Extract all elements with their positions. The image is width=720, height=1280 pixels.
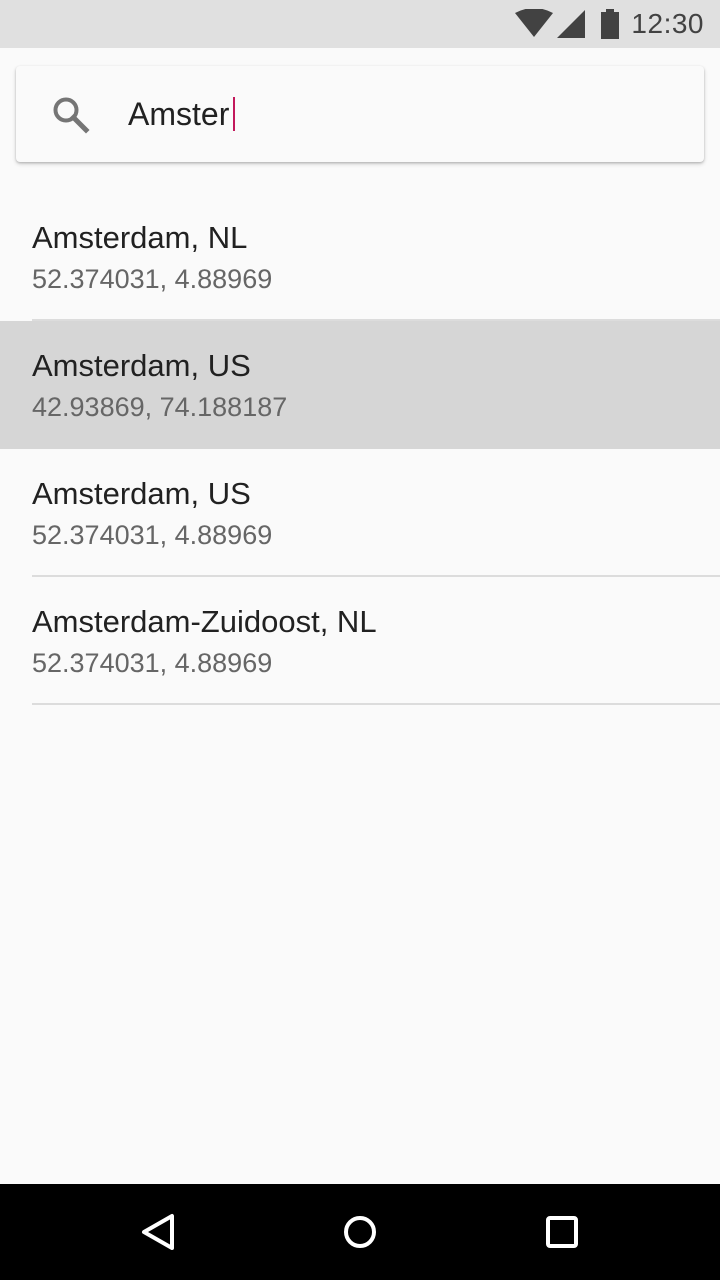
result-title: Amsterdam, NL	[32, 220, 248, 255]
list-item[interactable]: Amsterdam, US 52.374031, 4.88969	[0, 449, 720, 577]
search-bar[interactable]: Amster	[16, 66, 704, 162]
signal-icon	[557, 10, 586, 38]
text-cursor	[233, 97, 236, 131]
result-coordinates: 52.374031, 4.88969	[32, 520, 273, 550]
result-title: Amsterdam, US	[32, 476, 251, 511]
search-input[interactable]: Amster	[128, 66, 236, 162]
list-item[interactable]: Amsterdam, US 42.93869, 74.188187	[0, 321, 720, 449]
wifi-icon	[515, 9, 554, 37]
search-icon[interactable]	[52, 96, 90, 134]
result-title: Amsterdam-Zuidoost, NL	[32, 604, 377, 639]
status-time: 12:30	[631, 8, 704, 39]
back-icon[interactable]	[136, 1208, 184, 1256]
status-bar: 12:30	[0, 0, 720, 48]
results-list: Amsterdam, NL 52.374031, 4.88969 Amsterd…	[0, 193, 720, 705]
battery-icon	[601, 9, 620, 39]
list-item[interactable]: Amsterdam, NL 52.374031, 4.88969	[0, 193, 720, 321]
status-icons: 12:30	[515, 0, 704, 48]
result-title: Amsterdam, US	[32, 348, 251, 383]
home-icon[interactable]	[336, 1208, 384, 1256]
navigation-bar	[0, 1184, 720, 1280]
divider	[32, 703, 720, 705]
search-query: Amster	[128, 95, 230, 132]
result-coordinates: 52.374031, 4.88969	[32, 648, 273, 678]
recents-icon[interactable]	[538, 1208, 586, 1256]
result-coordinates: 52.374031, 4.88969	[32, 264, 273, 294]
list-item[interactable]: Amsterdam-Zuidoost, NL 52.374031, 4.8896…	[0, 577, 720, 705]
result-coordinates: 42.93869, 74.188187	[32, 392, 288, 422]
